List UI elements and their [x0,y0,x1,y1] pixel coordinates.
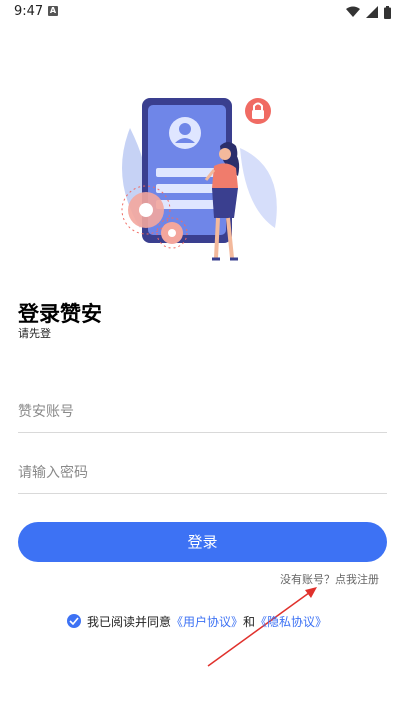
agreement-prefix: 我已阅读并同意 [87,614,172,629]
status-icons [346,4,391,20]
phone-login-illustration [121,98,277,261]
password-input[interactable] [18,453,387,493]
status-bar: 9:47 A [0,0,405,24]
page-title: 登录赞安 [18,302,102,326]
wifi-icon [346,6,360,17]
password-field [18,453,387,494]
account-field [18,392,387,433]
battery-icon [384,5,391,19]
agreement-row: 我已阅读并同意 《用户协议》 和 《隐私协议》 [67,613,327,629]
page-subtitle: 请先登 [18,327,51,340]
status-time: 9:47 [14,4,44,19]
checkbox-checked-icon[interactable] [67,614,81,628]
agreement-and: 和 [243,614,256,629]
user-agreement-link[interactable]: 《用户协议》 [171,613,243,630]
privacy-agreement-link[interactable]: 《隐私协议》 [255,613,327,630]
login-button[interactable]: 登录 [18,522,387,562]
notification-icon: A [48,6,58,16]
signal-icon [366,6,378,18]
account-input[interactable] [18,392,387,432]
